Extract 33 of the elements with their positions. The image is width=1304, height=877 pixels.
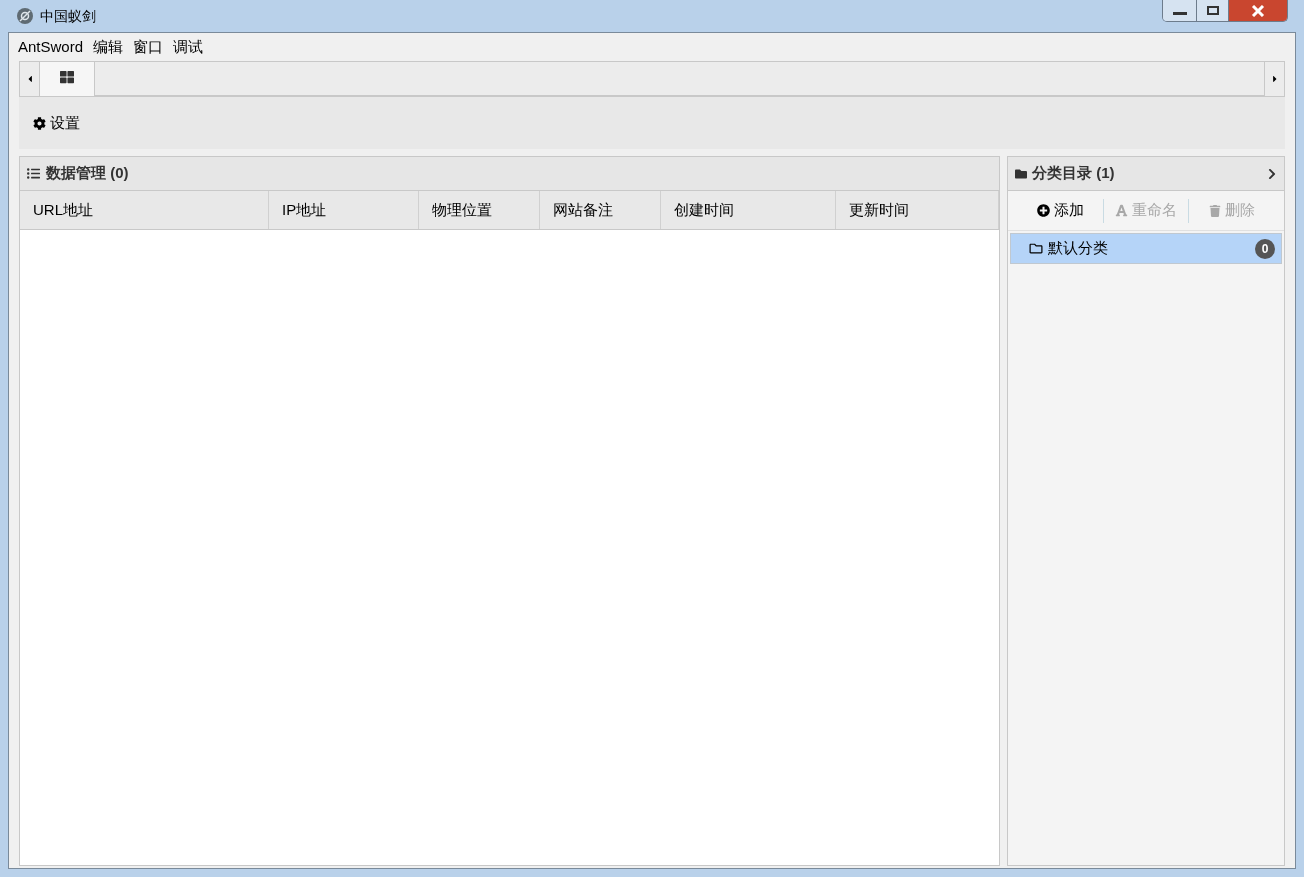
column-header[interactable]: 网站备注 [540, 191, 661, 229]
add-button[interactable]: 添加 [1018, 199, 1103, 222]
panel-title: 数据管理 (0) [46, 163, 129, 184]
column-header[interactable]: 物理位置 [419, 191, 540, 229]
tab[interactable] [40, 62, 95, 96]
category-label: 默认分类 [1048, 238, 1108, 259]
menu-item[interactable]: 窗口 [128, 35, 169, 59]
column-header[interactable]: URL地址 [20, 191, 269, 229]
letter-a-icon [1115, 204, 1128, 217]
panel-title: 分类目录 (1) [1032, 163, 1115, 184]
menu-item[interactable]: 调试 [168, 35, 209, 59]
chevron-right-icon[interactable] [1267, 167, 1277, 180]
gear-icon [33, 116, 46, 130]
trash-icon [1208, 204, 1221, 217]
column-header[interactable]: 更新时间 [836, 191, 999, 229]
grid-icon [60, 70, 74, 84]
minimize-button[interactable] [1163, 0, 1197, 21]
window-title: 中国蚁剑 [40, 6, 96, 26]
list-icon [27, 167, 40, 180]
settings-button[interactable]: 设置 [33, 111, 80, 135]
column-header[interactable]: 创建时间 [661, 191, 836, 229]
folder-icon [1015, 167, 1027, 180]
close-icon [1251, 4, 1265, 17]
category-item[interactable]: 默认分类 0 [1010, 233, 1282, 264]
caret-right-icon [1270, 74, 1279, 84]
count-badge: 0 [1255, 238, 1275, 259]
close-button[interactable] [1229, 0, 1287, 21]
column-header[interactable]: IP地址 [269, 191, 419, 229]
menu-item[interactable]: 编辑 [88, 35, 129, 59]
app-logo-icon [16, 7, 34, 25]
folder-icon [1029, 242, 1043, 255]
maximize-button[interactable] [1197, 0, 1229, 21]
menu-item[interactable]: AntSword [13, 35, 89, 59]
